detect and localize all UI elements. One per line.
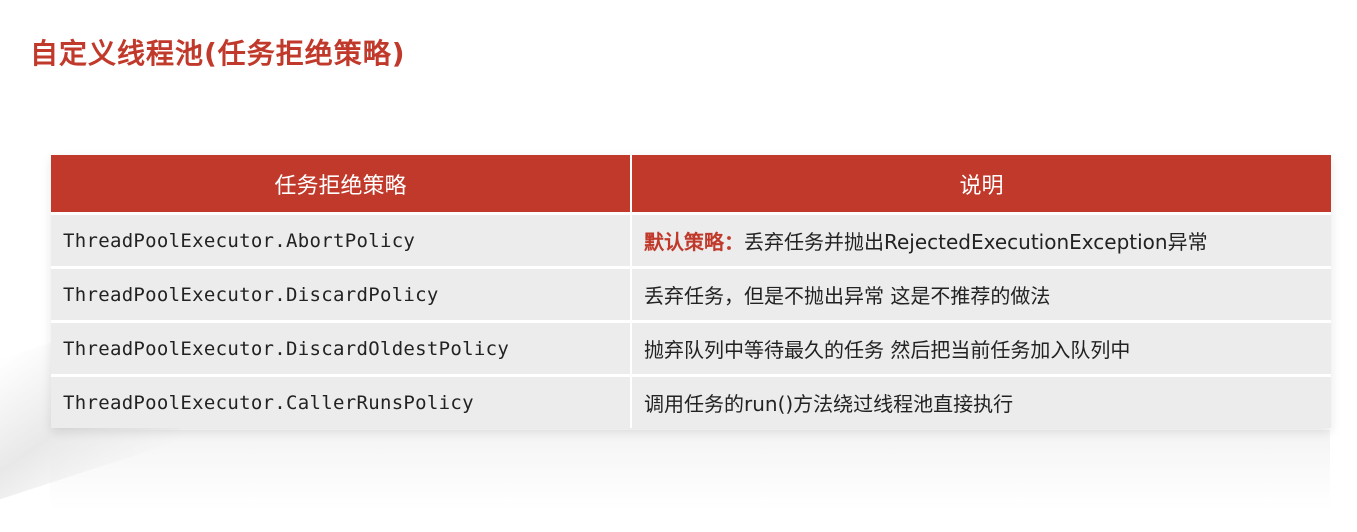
policy-name-cell: ThreadPoolExecutor.DiscardPolicy bbox=[51, 266, 632, 322]
background-shade-bottom bbox=[50, 430, 1330, 510]
policy-description-cell: 调用任务的run()方法绕过线程池直接执行 bbox=[631, 374, 1331, 428]
column-header-description: 说明 bbox=[631, 155, 1331, 214]
policy-name-cell: ThreadPoolExecutor.AbortPolicy bbox=[51, 212, 632, 268]
column-header-policy: 任务拒绝策略 bbox=[51, 155, 632, 214]
table-body: ThreadPoolExecutor.AbortPolicy 默认策略：丢弃任务… bbox=[51, 212, 1331, 428]
table-row: ThreadPoolExecutor.DiscardPolicy 丢弃任务，但是… bbox=[51, 266, 1331, 322]
rejection-policy-table: 任务拒绝策略 说明 ThreadPoolExecutor.AbortPolicy… bbox=[51, 155, 1331, 428]
policy-description-cell: 丢弃任务，但是不抛出异常 这是不推荐的做法 bbox=[631, 266, 1331, 322]
default-policy-label: 默认策略： bbox=[644, 230, 744, 254]
policy-description-text: 丢弃任务并抛出RejectedExecutionException异常 bbox=[744, 230, 1208, 254]
policy-description-cell: 抛弃队列中等待最久的任务 然后把当前任务加入队列中 bbox=[631, 320, 1331, 376]
policy-description-cell: 默认策略：丢弃任务并抛出RejectedExecutionException异常 bbox=[631, 212, 1331, 268]
policy-name-cell: ThreadPoolExecutor.CallerRunsPolicy bbox=[51, 374, 632, 428]
page-title: 自定义线程池(任务拒绝策略) bbox=[30, 37, 406, 70]
policy-name-cell: ThreadPoolExecutor.DiscardOldestPolicy bbox=[51, 320, 632, 376]
table-header-row: 任务拒绝策略 说明 bbox=[51, 155, 1331, 214]
table-row: ThreadPoolExecutor.AbortPolicy 默认策略：丢弃任务… bbox=[51, 212, 1331, 268]
table-row: ThreadPoolExecutor.CallerRunsPolicy 调用任务… bbox=[51, 374, 1331, 428]
table-row: ThreadPoolExecutor.DiscardOldestPolicy 抛… bbox=[51, 320, 1331, 376]
table-header: 任务拒绝策略 说明 bbox=[51, 155, 1331, 214]
